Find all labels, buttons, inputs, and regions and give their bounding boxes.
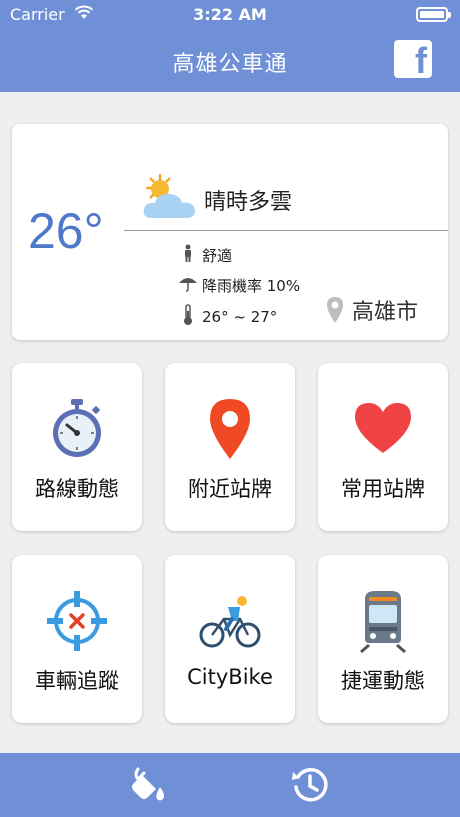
tile-favorite-stops[interactable]: 常用站牌 <box>318 363 448 531</box>
nav-bar: 高雄公車通 f <box>0 32 460 92</box>
tile-label: CityBike <box>187 665 273 689</box>
weather-divider <box>124 230 448 231</box>
location: 高雄市 <box>326 294 418 326</box>
app-title: 高雄公車通 <box>172 52 288 77</box>
heart-icon <box>355 403 411 453</box>
rain-row: 降雨機率 10% <box>178 274 300 296</box>
stopwatch-icon <box>53 399 101 457</box>
tile-citybike[interactable]: CityBike <box>165 555 295 723</box>
paint-bucket-icon[interactable] <box>130 765 170 805</box>
temp-range-row: 26° ~ 27° <box>178 304 277 330</box>
comfort-label: 舒適 <box>202 246 233 265</box>
status-bar: Carrier 3:22 AM <box>0 0 460 32</box>
facebook-button[interactable]: f <box>394 40 432 81</box>
comfort-row: 舒適 <box>178 244 232 266</box>
tile-label: 附近站牌 <box>188 477 272 501</box>
tile-route-status[interactable]: 路線動態 <box>12 363 142 531</box>
tile-label: 捷運動態 <box>341 669 425 693</box>
tile-label: 車輛追蹤 <box>35 669 119 693</box>
weather-card[interactable]: 26° 晴時多雲 舒適 降雨機率 10% 26° ~ 27° 高雄市 <box>12 124 448 340</box>
battery-icon <box>416 7 451 22</box>
location-pin-icon <box>327 297 343 323</box>
metro-train-icon <box>360 591 406 653</box>
tile-label: 常用站牌 <box>341 477 425 501</box>
map-pin-icon <box>210 399 250 459</box>
tile-vehicle-tracking[interactable]: 車輛追蹤 <box>12 555 142 723</box>
partly-cloudy-icon <box>143 174 195 218</box>
clock-history-icon[interactable] <box>290 765 330 805</box>
temperature-range: 26° ~ 27° <box>202 308 278 326</box>
tile-metro-status[interactable]: 捷運動態 <box>318 555 448 723</box>
clock-time: 3:22 AM <box>193 5 267 24</box>
umbrella-icon <box>178 274 198 296</box>
tile-nearby-stops[interactable]: 附近站牌 <box>165 363 295 531</box>
facebook-icon: f <box>415 40 427 81</box>
person-icon <box>178 244 198 266</box>
city-label: 高雄市 <box>352 300 419 325</box>
thermometer-icon <box>178 304 198 330</box>
weather-condition: 晴時多雲 <box>204 190 293 215</box>
crosshair-icon <box>47 591 107 651</box>
cyclist-icon <box>199 596 261 648</box>
tile-label: 路線動態 <box>35 477 119 501</box>
rain-probability: 降雨機率 10% <box>202 276 301 295</box>
bottom-toolbar <box>0 753 460 817</box>
current-temperature: 26° <box>28 203 104 259</box>
